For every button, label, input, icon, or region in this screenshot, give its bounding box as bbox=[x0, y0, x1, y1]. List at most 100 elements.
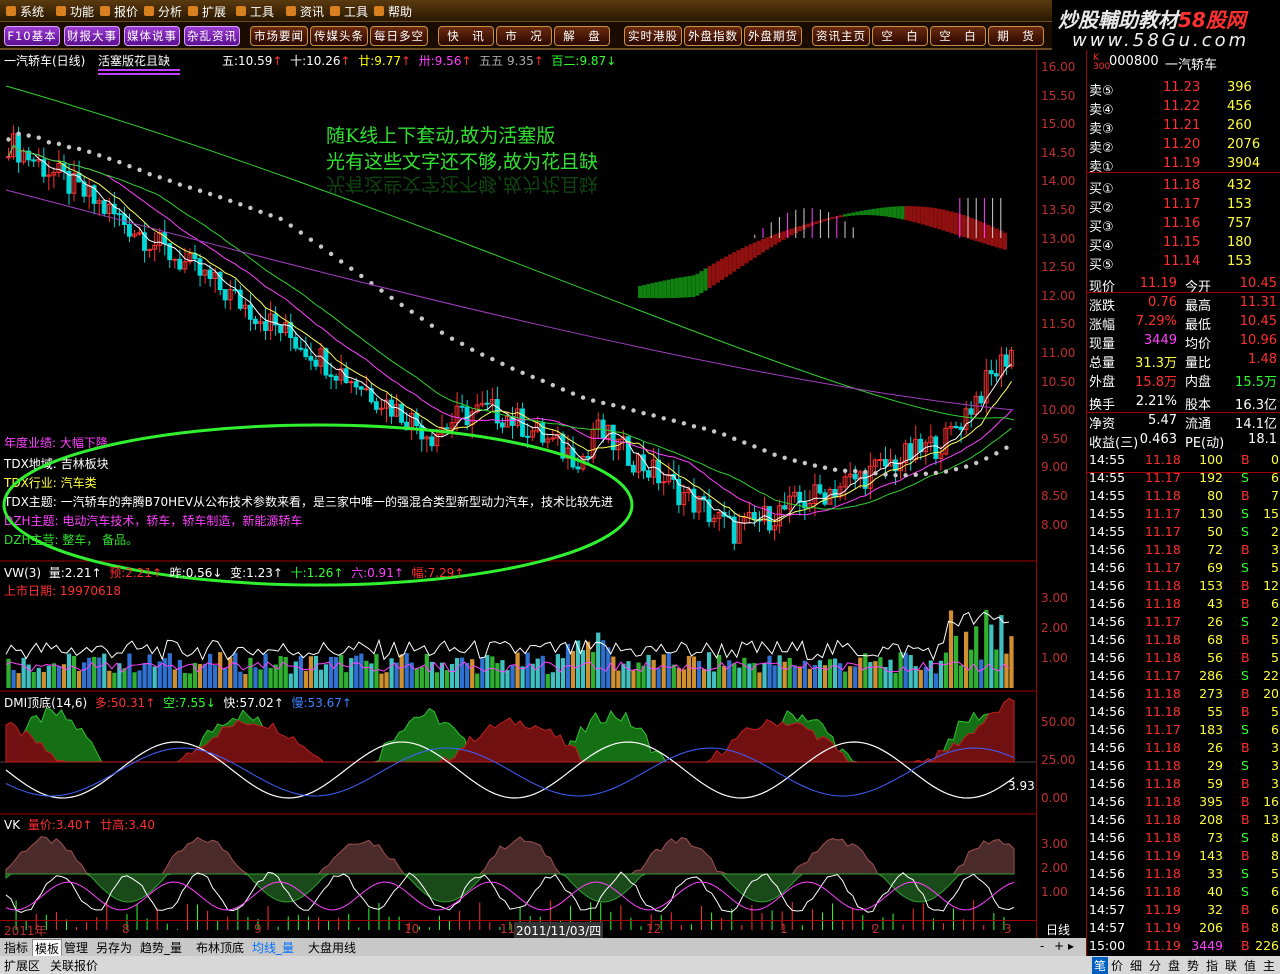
tab-save-as[interactable]: 另存为 bbox=[96, 939, 132, 956]
status-bar: 扩展区 关联报价 笔价细分盘势指联值主 bbox=[0, 956, 1280, 974]
stat-row: 总量 31.3万 量比 1.48 bbox=[1089, 352, 1277, 371]
tab-indicator[interactable]: 指标 bbox=[4, 939, 28, 956]
menu-quote[interactable]: 报价 bbox=[98, 3, 138, 20]
status-related[interactable]: 关联报价 bbox=[50, 957, 98, 974]
tick-row: 14:56 11.18 40 S 6 bbox=[1089, 884, 1279, 899]
dmi-chart bbox=[0, 697, 1036, 799]
dmi-side-value: 3.93 bbox=[1008, 779, 1035, 793]
menu-system[interactable]: 系统 bbox=[4, 3, 44, 20]
price-tick: 11.50 bbox=[1041, 317, 1076, 332]
period-label[interactable]: 日线 bbox=[1046, 921, 1070, 938]
tab-futures[interactable]: 期 货 bbox=[988, 26, 1044, 46]
tab-media[interactable]: 媒体说事 bbox=[124, 26, 180, 46]
status-tab[interactable]: 指 bbox=[1206, 957, 1218, 974]
tab-ma-volume[interactable]: 均线_量 bbox=[252, 939, 294, 956]
status-tab[interactable]: 联 bbox=[1225, 957, 1237, 974]
tab-media-headline[interactable]: 传媒头条 bbox=[310, 26, 368, 46]
stat-row: 现量 3449 均价 10.96 bbox=[1089, 333, 1277, 352]
ask-row: 卖③ 11.21 260 bbox=[1089, 118, 1252, 137]
bid-row: 买③ 11.16 757 bbox=[1089, 216, 1252, 235]
price-tick: 14.00 bbox=[1041, 174, 1076, 189]
price-tick: 16.00 bbox=[1041, 60, 1076, 74]
tab-daily[interactable]: 每日多空 bbox=[370, 26, 428, 46]
tab-foreign-futures[interactable]: 外盘期货 bbox=[744, 26, 802, 46]
ask-row: 卖④ 11.22 456 bbox=[1089, 99, 1252, 118]
tick-row: 14:56 11.18 68 B 5 bbox=[1089, 632, 1279, 647]
status-tab[interactable]: 值 bbox=[1244, 957, 1256, 974]
status-tab[interactable]: 笔 bbox=[1092, 957, 1109, 974]
tab-foreign-index[interactable]: 外盘指数 bbox=[684, 26, 742, 46]
tick-row: 14:56 11.18 29 S 3 bbox=[1089, 758, 1279, 773]
tab-commentary[interactable]: 解 盘 bbox=[554, 26, 610, 46]
tick-row: 14:56 11.18 395 B 16 bbox=[1089, 794, 1279, 809]
stat-row: 外盘 15.8万 内盘 15.5万 bbox=[1089, 375, 1277, 390]
dmi-tick: 0.00 bbox=[1041, 791, 1068, 805]
menu-extend[interactable]: 扩展 bbox=[186, 3, 226, 20]
k-icon: K 300 bbox=[1093, 53, 1111, 72]
status-tab[interactable]: 分 bbox=[1149, 957, 1161, 974]
volume-tick: 1.00 bbox=[1041, 651, 1068, 665]
menu-news[interactable]: 资讯 bbox=[284, 3, 324, 20]
scroll-right-button[interactable]: ▸ bbox=[1068, 939, 1074, 953]
chart-title: 一汽轿车(日线) bbox=[4, 54, 86, 68]
volume-tick: 2.00 bbox=[1041, 621, 1068, 635]
price-tick: 15.00 bbox=[1041, 117, 1076, 132]
tab-flash[interactable]: 快 讯 bbox=[438, 26, 494, 46]
tick-row: 14:56 11.17 286 S 22 bbox=[1089, 668, 1279, 683]
status-tab[interactable]: 势 bbox=[1187, 957, 1199, 974]
stat-row: 收益(三) 0.463 PE(动) 18.1 bbox=[1089, 432, 1277, 451]
menu-help[interactable]: 帮助 bbox=[372, 3, 412, 20]
zoom-in-button[interactable]: + bbox=[1054, 939, 1064, 953]
menu-tools-2[interactable]: 工具 bbox=[328, 3, 368, 20]
tick-row: 14:56 11.18 26 B 3 bbox=[1089, 740, 1279, 755]
ask-row: 卖⑤ 11.23 396 bbox=[1089, 80, 1252, 99]
bottom-tab-bar: 指标 模板 管理 另存为 趋势_量 布林顶底 均线_量 大盘用线 - + ▸ bbox=[0, 938, 1086, 958]
bid-row: 买④ 11.15 180 bbox=[1089, 235, 1252, 254]
tab-info-home[interactable]: 资讯主页 bbox=[812, 26, 870, 46]
tab-index-line[interactable]: 大盘用线 bbox=[308, 939, 356, 956]
tab-manage[interactable]: 管理 bbox=[64, 939, 88, 956]
tab-misc[interactable]: 杂乱资讯 bbox=[184, 26, 240, 46]
tab-financial[interactable]: 财报大事 bbox=[64, 26, 120, 46]
date-tick: 12 bbox=[646, 922, 662, 936]
zoom-out-button[interactable]: - bbox=[1040, 939, 1044, 953]
ask-row: 卖② 11.20 2076 bbox=[1089, 137, 1261, 156]
tab-f10[interactable]: F10基本 bbox=[4, 26, 60, 46]
tab-bollinger[interactable]: 布林顶底 bbox=[196, 939, 244, 956]
date-tick: 11 bbox=[500, 922, 516, 936]
date-tick: 2 bbox=[872, 922, 880, 936]
menu-tools[interactable]: 工具 bbox=[234, 3, 274, 20]
tab-blank-2[interactable]: 空 白 bbox=[930, 26, 986, 46]
tab-market-news[interactable]: 市场要闻 bbox=[250, 26, 308, 46]
price-tick: 8.50 bbox=[1041, 489, 1068, 503]
tick-row: 14:56 11.18 273 B 20 bbox=[1089, 686, 1279, 701]
logo: 炒股輔助教材58股网 www.58Gu.com bbox=[1052, 0, 1280, 51]
status-tab[interactable]: 价 bbox=[1111, 957, 1123, 974]
status-tab[interactable]: 盘 bbox=[1168, 957, 1180, 974]
menu-analysis[interactable]: 分析 bbox=[142, 3, 182, 20]
price-axis: 16.00 15.50 15.00 14.50 14.00 13.50 13.00 12.50… bbox=[1036, 50, 1086, 938]
tick-row: 14:56 11.18 33 S 5 bbox=[1089, 866, 1279, 881]
status-tab[interactable]: 细 bbox=[1130, 957, 1142, 974]
vk-tick: 1.00 bbox=[1041, 885, 1068, 899]
status-tab[interactable]: 主 bbox=[1263, 957, 1275, 974]
price-tick: 15.50 bbox=[1041, 88, 1076, 103]
stat-row: 净资 5.47 流通 14.1亿 bbox=[1089, 413, 1277, 432]
list-date: 上市日期: 19970618 bbox=[4, 584, 121, 598]
template-underline-2 bbox=[98, 73, 180, 75]
tab-market[interactable]: 市 况 bbox=[496, 26, 552, 46]
dmi-tick: 25.00 bbox=[1041, 753, 1076, 767]
tab-blank-1[interactable]: 空 白 bbox=[872, 26, 928, 46]
ma-readout: 五:10.59↑ 十:10.26↑ 廿:9.77↑ 卅:9.56↑ 五五 9.3… bbox=[222, 54, 617, 68]
price-tick: 14.50 bbox=[1041, 145, 1076, 160]
vk-readout: VK 量价:3.40↑ 廿高:3.40 bbox=[4, 818, 155, 832]
tab-trend-volume[interactable]: 趋势_量 bbox=[140, 939, 182, 956]
template-name[interactable]: 活塞版花且缺 bbox=[98, 52, 170, 69]
tab-hk[interactable]: 实时港股 bbox=[624, 26, 682, 46]
tick-row: 14:56 11.18 55 B 5 bbox=[1089, 704, 1279, 719]
menu-function[interactable]: 功能 bbox=[54, 3, 94, 20]
tick-row: 14:56 11.18 208 B 13 bbox=[1089, 812, 1279, 827]
status-extend[interactable]: 扩展区 bbox=[4, 957, 40, 974]
price-tick: 10.00 bbox=[1041, 403, 1076, 418]
tick-row: 14:55 11.17 130 S 15 bbox=[1089, 506, 1279, 521]
